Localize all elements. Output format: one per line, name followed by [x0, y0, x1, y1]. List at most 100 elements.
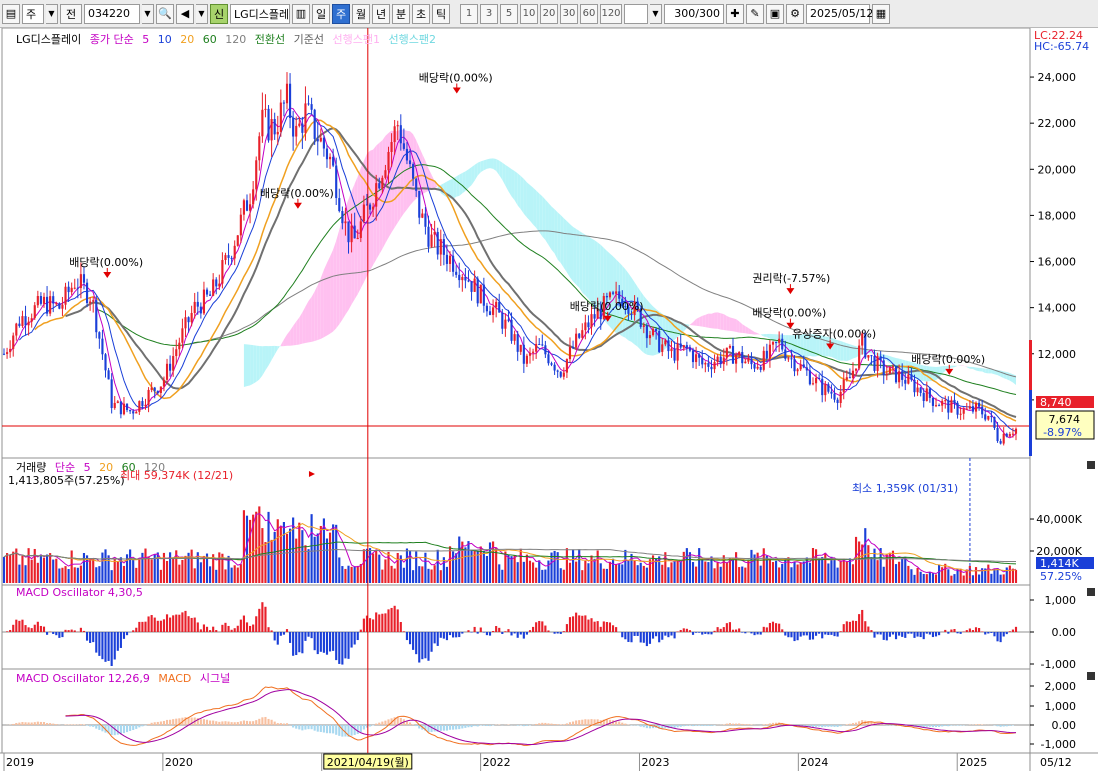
search-icon[interactable]: 🔍 [156, 3, 174, 24]
candle-body [775, 342, 778, 344]
macd-osc-bar [605, 621, 608, 632]
macd-hist-bar [42, 722, 46, 725]
ichimoku-cloud-segment [471, 164, 475, 186]
interval-button-1[interactable]: 1 [460, 3, 478, 24]
ichimoku-cloud-segment [499, 160, 503, 180]
interval-input[interactable] [624, 3, 648, 24]
macd-hist-bar [27, 722, 30, 725]
candle-body [618, 291, 621, 299]
period-tab-1[interactable]: 주 [332, 3, 350, 24]
macd-osc-bar [119, 632, 122, 648]
period-tab-5[interactable]: 초 [412, 3, 430, 24]
volume-bar [328, 532, 332, 583]
volume-bar [535, 567, 538, 583]
volume-bar [744, 567, 747, 583]
candle-body [356, 237, 359, 239]
macd-hist-bar [175, 718, 178, 725]
period-tab-2[interactable]: 월 [352, 3, 370, 24]
candle-body [181, 328, 184, 343]
period-tab-4[interactable]: 분 [392, 3, 410, 24]
volume-bar [239, 564, 242, 583]
macd-osc-close-icon[interactable] [1087, 588, 1095, 596]
macd-osc-bar [402, 631, 405, 632]
macd-osc-bar [898, 632, 901, 636]
macd-hist-bar [138, 725, 141, 728]
candle-body [735, 355, 738, 364]
macd-osc-bar [556, 632, 559, 634]
draw-tool-icon[interactable]: ✎ [746, 3, 764, 24]
candle-body [98, 332, 101, 339]
candle-body [448, 255, 452, 264]
sound-icon[interactable]: ◀ [176, 3, 194, 24]
price-tick-label: 16,000 [1038, 256, 1077, 269]
count-field[interactable]: 300/300 [664, 3, 724, 24]
macd-hist-bar [335, 725, 338, 735]
date-field[interactable]: 2025/05/12 [806, 3, 873, 24]
menu-icon[interactable]: ▤ [2, 3, 20, 24]
prev-button[interactable]: 전 [60, 3, 82, 24]
period-tab-0[interactable]: 일 [312, 3, 330, 24]
candle-body [301, 123, 304, 133]
interval-button-20[interactable]: 20 [540, 3, 558, 24]
interval-button-10[interactable]: 10 [520, 3, 538, 24]
macd-hist-bar [725, 723, 728, 725]
candle-body [562, 372, 565, 377]
interval-button-120[interactable]: 120 [600, 3, 622, 24]
new-badge[interactable]: 신 [210, 3, 228, 24]
ichimoku-cloud-segment [742, 324, 746, 334]
macd-hist-bar [95, 725, 98, 729]
macd-osc-tick-label: 1,000 [1045, 594, 1077, 607]
macd-osc-bar [224, 622, 227, 632]
macd-osc-bar [864, 621, 867, 632]
period-tab-3[interactable]: 년 [372, 3, 390, 24]
candle-body [132, 411, 135, 414]
chart-canvas[interactable]: 배당락(0.00%) 배당락(0.00%) 배당락(0.00%) 배당락(0.00%)… [0, 28, 1098, 771]
macd-osc-bar [15, 619, 18, 632]
volume-bar [122, 565, 126, 583]
interval-button-30[interactable]: 30 [560, 3, 578, 24]
macd-hist-bar [1005, 725, 1008, 727]
volume-bar [30, 559, 33, 583]
interval-button-5[interactable]: 5 [500, 3, 518, 24]
macd-osc-bar [578, 615, 581, 632]
candle-body [488, 311, 492, 315]
macd-hist-bar [516, 725, 519, 726]
volume-bar [827, 563, 830, 583]
volume-close-icon[interactable] [1087, 461, 1095, 469]
ichimoku-cloud-segment [542, 196, 546, 241]
save-icon[interactable]: ▣ [766, 3, 784, 24]
interval-button-3[interactable]: 3 [480, 3, 498, 24]
macd-osc-bar [242, 615, 245, 632]
period-tab-6[interactable]: 틱 [432, 3, 450, 24]
volume-bar [255, 511, 258, 583]
sound-dropdown-icon[interactable]: ▼ [196, 3, 208, 24]
interval-dropdown-icon[interactable]: ▼ [650, 3, 662, 24]
macd-osc-bar [642, 632, 645, 643]
candle-body [387, 151, 390, 171]
indicator-icon[interactable]: ✚ [726, 3, 744, 24]
macd-osc-bar [144, 621, 147, 632]
chart-type-icon[interactable]: ▥ [292, 3, 310, 24]
chart-area[interactable]: 배당락(0.00%) 배당락(0.00%) 배당락(0.00%) 배당락(0.00%)… [0, 28, 1098, 771]
macd-close-icon[interactable] [1087, 672, 1095, 680]
candle-body [741, 352, 744, 364]
macd-osc-bar [513, 632, 516, 634]
macd-osc-bar [658, 632, 661, 643]
macd-hist-bar [165, 719, 169, 725]
macd-osc-bar [670, 632, 673, 636]
ichimoku-cloud-segment [493, 158, 497, 171]
ichimoku-cloud-segment [502, 162, 506, 186]
market-select[interactable]: 주 [22, 3, 44, 24]
market-dropdown-icon[interactable]: ▼ [46, 3, 58, 24]
macd-osc-bar [504, 631, 507, 632]
code-dropdown-icon[interactable]: ▼ [142, 3, 154, 24]
calendar-icon[interactable]: ▦ [872, 3, 890, 24]
code-input[interactable]: 034220 [84, 3, 140, 24]
candle-body [568, 346, 572, 360]
candle-body [279, 102, 282, 132]
macd-hist-bar [571, 721, 575, 725]
gear-icon[interactable]: ⚙ [786, 3, 804, 24]
interval-button-60[interactable]: 60 [580, 3, 598, 24]
volume-bar [661, 564, 664, 583]
candle-body [482, 284, 485, 306]
